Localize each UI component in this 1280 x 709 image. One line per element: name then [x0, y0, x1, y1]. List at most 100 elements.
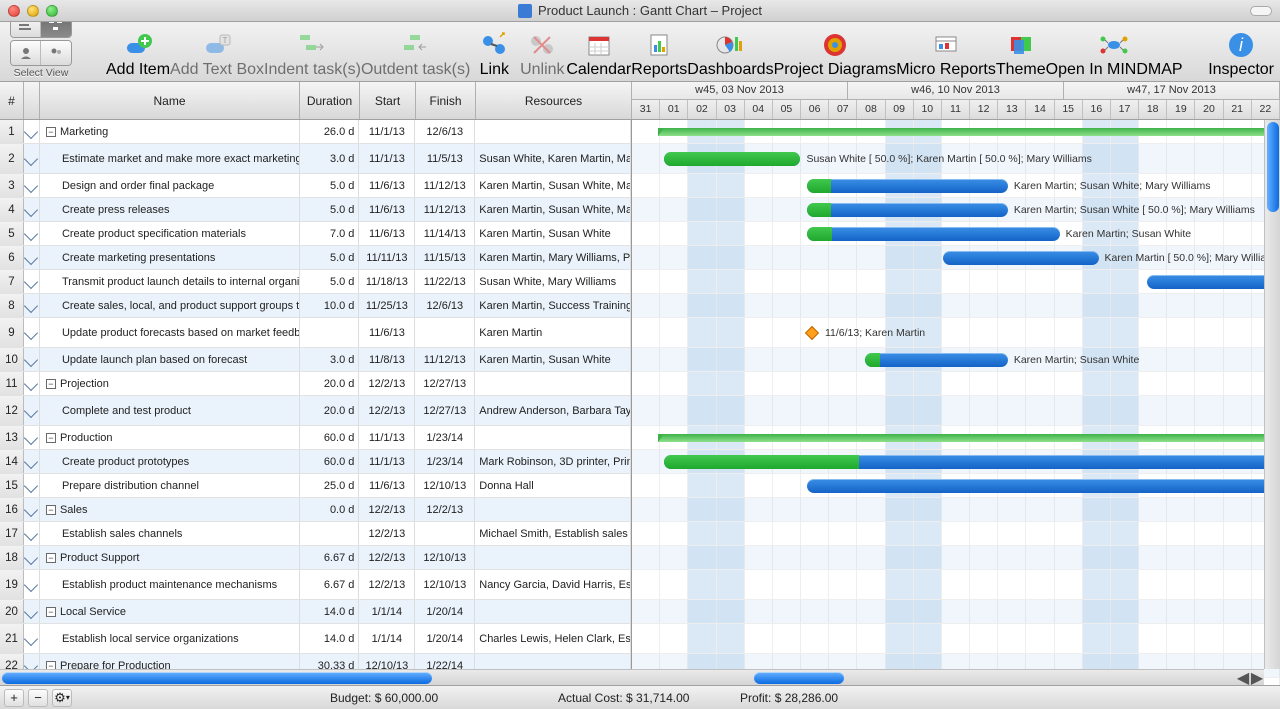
task-name-cell[interactable]: −Local Service — [40, 600, 300, 623]
task-bar[interactable]: Karen Martin; Susan White [ 50.0 %]; Mar… — [807, 203, 1008, 217]
task-row[interactable]: 1−Marketing26.0 d11/1/1312/6/13 — [0, 120, 631, 144]
task-bar[interactable]: Karen Martin; Susan White — [807, 227, 1060, 241]
task-row[interactable]: 21Establish local service organizations1… — [0, 624, 631, 654]
resources-cell[interactable]: Susan White, Karen Martin, Mary Williams — [475, 144, 631, 173]
timeline-week[interactable]: w47, 17 Nov 2013 — [1064, 82, 1280, 99]
gantt-row[interactable] — [632, 294, 1280, 318]
expand-toggle[interactable]: − — [46, 127, 56, 137]
resources-cell[interactable] — [475, 426, 631, 449]
gantt-row[interactable] — [632, 624, 1280, 654]
duration-cell[interactable]: 5.0 d — [300, 270, 360, 293]
toolbar-toggle-button[interactable] — [1250, 6, 1272, 16]
timeline-day[interactable]: 15 — [1055, 100, 1083, 119]
task-bar[interactable]: Karen Martin; Susan White — [865, 353, 1008, 367]
start-cell[interactable]: 12/2/13 — [359, 522, 415, 545]
timeline-day[interactable]: 11 — [942, 100, 970, 119]
col-header-icon[interactable] — [24, 82, 40, 119]
start-cell[interactable]: 11/25/13 — [359, 294, 415, 317]
table-hscroll-thumb[interactable] — [2, 672, 432, 684]
gantt-row[interactable]: Karen Martin; Susan White [ 50.0 %]; Mar… — [632, 198, 1280, 222]
task-name-cell[interactable]: −Production — [40, 426, 300, 449]
task-row[interactable]: 9Update product forecasts based on marke… — [0, 318, 631, 348]
project-diagrams-button[interactable]: Project Diagrams — [774, 29, 897, 79]
unlink-button[interactable]: Unlink — [518, 29, 566, 79]
calendar-button[interactable]: Calendar — [566, 29, 631, 79]
gantt-horizontal-scrollbar[interactable]: ◀ ▶ — [632, 669, 1264, 685]
task-bar[interactable] — [807, 479, 1280, 493]
gantt-row[interactable] — [632, 474, 1280, 498]
link-button[interactable]: Link — [470, 29, 518, 79]
task-bar[interactable]: Susan White [ 50.0 %]; Karen Martin [ 50… — [664, 152, 800, 166]
view-resources-alt-button[interactable] — [41, 41, 71, 65]
task-row[interactable]: 5Create product specification materials7… — [0, 222, 631, 246]
task-name-cell[interactable]: −Projection — [40, 372, 300, 395]
resources-cell[interactable]: Karen Martin, Susan White — [475, 222, 631, 245]
task-name-cell[interactable]: Estimate market and make more exact mark… — [40, 144, 300, 173]
timeline-day[interactable]: 12 — [970, 100, 998, 119]
start-cell[interactable]: 1/1/14 — [359, 600, 415, 623]
vscroll-thumb[interactable] — [1267, 122, 1279, 212]
task-name-cell[interactable]: Create product prototypes — [40, 450, 300, 473]
task-row[interactable]: 11−Projection20.0 d12/2/1312/27/13 — [0, 372, 631, 396]
start-cell[interactable]: 11/1/13 — [359, 426, 415, 449]
outdent-button[interactable]: Outdent task(s) — [361, 29, 470, 79]
resources-cell[interactable]: Andrew Anderson, Barbara Taylor, Thomas … — [475, 396, 631, 425]
task-row[interactable]: 3Design and order final package5.0 d11/6… — [0, 174, 631, 198]
inspector-button[interactable]: i Inspector — [1208, 29, 1274, 79]
col-header-duration[interactable]: Duration — [300, 82, 360, 119]
resources-cell[interactable]: Donna Hall — [475, 474, 631, 497]
task-row[interactable]: 19Establish product maintenance mechanis… — [0, 570, 631, 600]
add-text-box-button[interactable]: T Add Text Box — [170, 29, 264, 79]
resources-cell[interactable]: Karen Martin, Susan White — [475, 348, 631, 371]
task-bar[interactable] — [1147, 275, 1280, 289]
finish-cell[interactable]: 12/6/13 — [415, 294, 475, 317]
resources-cell[interactable]: Karen Martin — [475, 318, 631, 347]
duration-cell[interactable]: 14.0 d — [300, 624, 360, 653]
resources-cell[interactable]: Mark Robinson, 3D printer, Printing mate… — [475, 450, 631, 473]
start-cell[interactable]: 11/6/13 — [359, 222, 415, 245]
task-row[interactable]: 13−Production60.0 d11/1/131/23/14 — [0, 426, 631, 450]
resources-cell[interactable] — [475, 546, 631, 569]
start-cell[interactable]: 11/6/13 — [359, 318, 415, 347]
add-item-button[interactable]: Add Item — [106, 29, 170, 79]
task-row[interactable]: 2Estimate market and make more exact mar… — [0, 144, 631, 174]
timeline-week[interactable]: w46, 10 Nov 2013 — [848, 82, 1064, 99]
task-row[interactable]: 12Complete and test product20.0 d12/2/13… — [0, 396, 631, 426]
task-name-cell[interactable]: −Marketing — [40, 120, 300, 143]
timeline-day[interactable]: 03 — [717, 100, 745, 119]
col-header-name[interactable]: Name — [40, 82, 300, 119]
task-name-cell[interactable]: Transmit product launch details to inter… — [40, 270, 300, 293]
finish-cell[interactable]: 11/15/13 — [415, 246, 475, 269]
task-row[interactable]: 10Update launch plan based on forecast3.… — [0, 348, 631, 372]
finish-cell[interactable]: 11/14/13 — [415, 222, 475, 245]
timeline-day[interactable]: 19 — [1167, 100, 1195, 119]
task-row[interactable]: 4Create press releases5.0 d11/6/1311/12/… — [0, 198, 631, 222]
start-cell[interactable]: 11/11/13 — [359, 246, 415, 269]
task-row[interactable]: 20−Local Service14.0 d1/1/141/20/14 — [0, 600, 631, 624]
dashboards-button[interactable]: Dashboards — [687, 29, 773, 79]
milestone[interactable] — [805, 325, 819, 339]
task-row[interactable]: 16−Sales0.0 d12/2/1312/2/13 — [0, 498, 631, 522]
timeline-day[interactable]: 22 — [1252, 100, 1280, 119]
finish-cell[interactable]: 12/6/13 — [415, 120, 475, 143]
resources-cell[interactable] — [475, 498, 631, 521]
resources-cell[interactable] — [475, 600, 631, 623]
task-name-cell[interactable]: Design and order final package — [40, 174, 300, 197]
expand-toggle[interactable]: − — [46, 505, 56, 515]
task-name-cell[interactable]: Complete and test product — [40, 396, 300, 425]
gantt-area[interactable]: Susan White [ 50.0 %]; Karen Martin [ 50… — [632, 120, 1280, 685]
micro-reports-button[interactable]: Micro Reports — [896, 29, 996, 79]
gantt-row[interactable] — [632, 120, 1280, 144]
task-row[interactable]: 14Create product prototypes60.0 d11/1/13… — [0, 450, 631, 474]
finish-cell[interactable]: 12/10/13 — [415, 570, 475, 599]
timeline-day[interactable]: 18 — [1139, 100, 1167, 119]
gantt-row[interactable]: Karen Martin; Susan White — [632, 222, 1280, 246]
task-name-cell[interactable]: Create product specification materials — [40, 222, 300, 245]
start-cell[interactable]: 11/1/13 — [359, 144, 415, 173]
duration-cell[interactable]: 20.0 d — [300, 396, 360, 425]
timeline-week[interactable]: w45, 03 Nov 2013 — [632, 82, 848, 99]
duration-cell[interactable]: 3.0 d — [300, 348, 360, 371]
start-cell[interactable]: 11/6/13 — [359, 174, 415, 197]
gantt-row[interactable]: 11/6/13; Karen Martin — [632, 318, 1280, 348]
resources-cell[interactable]: Karen Martin, Susan White, Mary Williams — [475, 174, 631, 197]
